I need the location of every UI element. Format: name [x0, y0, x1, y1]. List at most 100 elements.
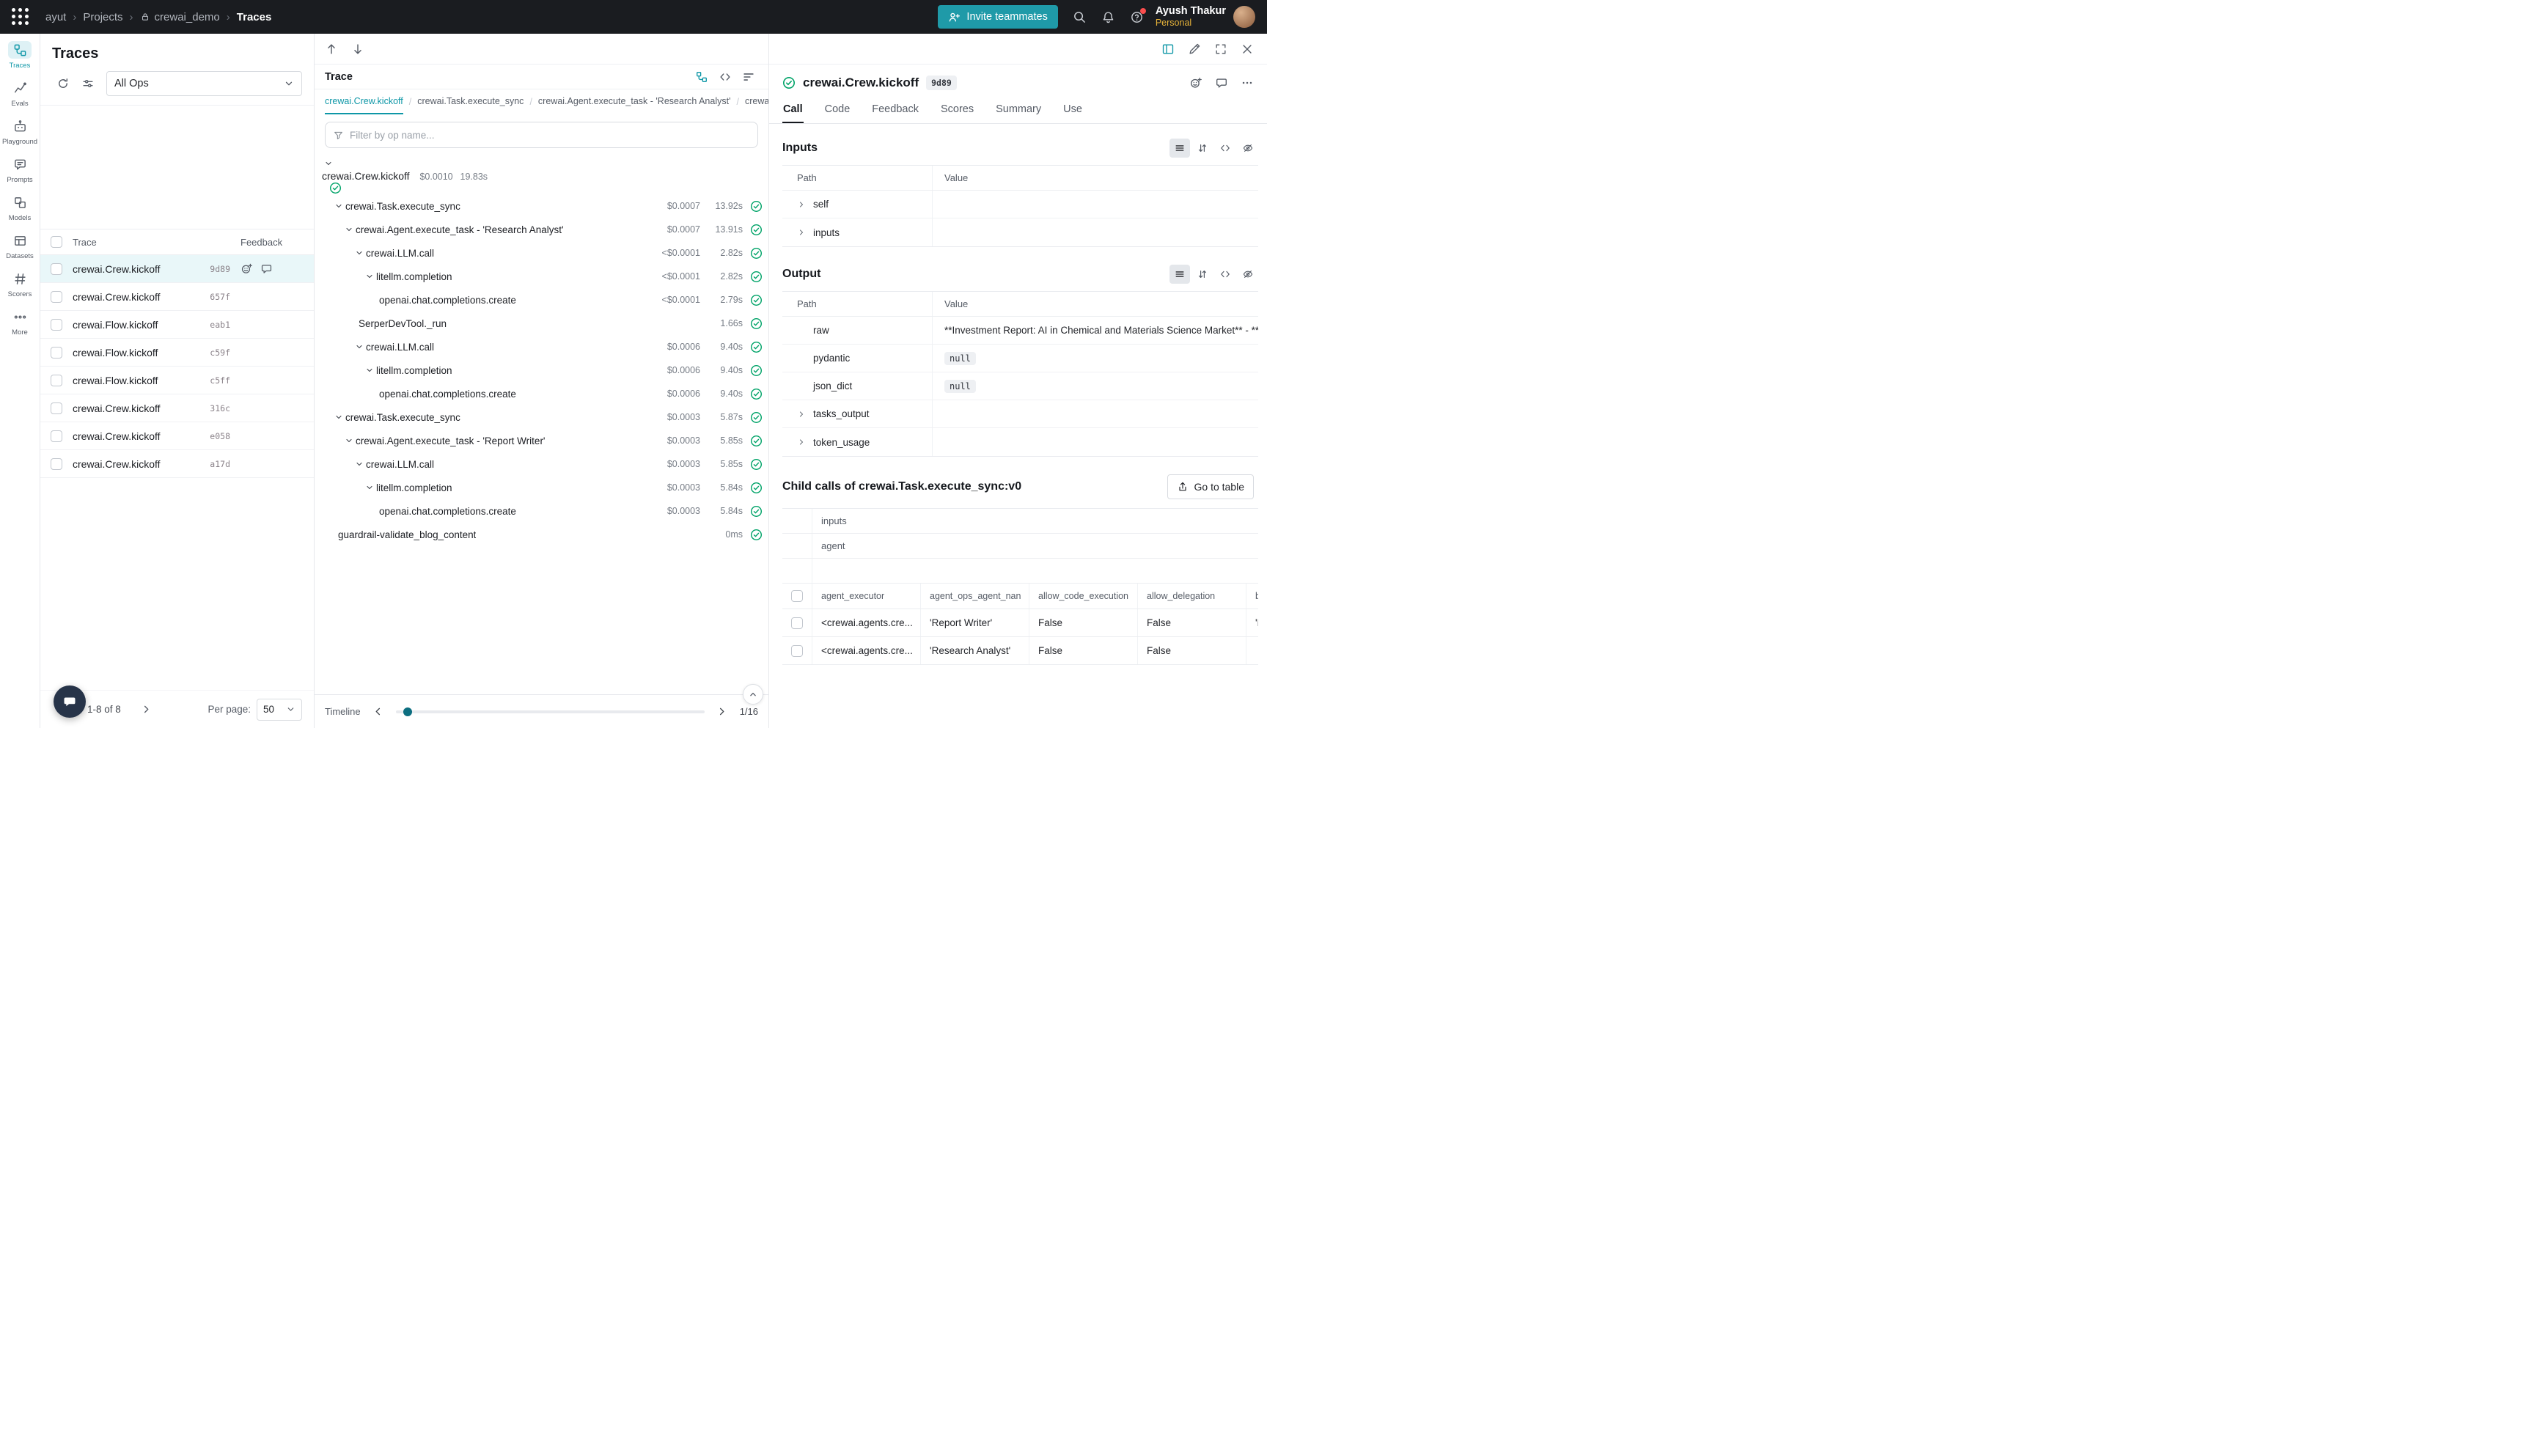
child-call-row[interactable]: <crewai.agents.cre...'Research Analyst'F…	[782, 637, 1258, 665]
collapse-timeline-button[interactable]	[743, 684, 763, 705]
chevron-down-icon[interactable]	[363, 364, 376, 377]
path-tab[interactable]: crewai.Crew.kickoff	[325, 89, 403, 114]
refresh-button[interactable]	[52, 73, 74, 95]
trace-tree-row[interactable]: SerperDevTool._run 1.66s	[315, 312, 768, 335]
comment-icon[interactable]	[1215, 76, 1228, 89]
trace-row[interactable]: crewai.Crew.kickoff 657f	[40, 283, 314, 311]
tab-feedback[interactable]: Feedback	[871, 98, 919, 123]
kv-row[interactable]: token_usage	[782, 428, 1258, 456]
chevron-down-icon[interactable]	[353, 246, 366, 260]
tab-use[interactable]: Use	[1062, 98, 1083, 123]
search-icon[interactable]	[1073, 10, 1087, 24]
close-icon[interactable]	[1241, 43, 1254, 56]
tab-code[interactable]: Code	[824, 98, 851, 123]
column-header[interactable]: allow_delegation	[1137, 584, 1246, 608]
flame-graph-button[interactable]	[739, 67, 758, 87]
expand-chevron-icon[interactable]	[797, 200, 813, 209]
row-checkbox[interactable]	[51, 291, 62, 303]
trace-row[interactable]: crewai.Flow.kickoff c5ff	[40, 367, 314, 394]
sidebar-item-more[interactable]: More	[0, 308, 40, 337]
row-checkbox[interactable]	[51, 402, 62, 414]
trace-row[interactable]: crewai.Flow.kickoff c59f	[40, 339, 314, 367]
trace-tree-row[interactable]: crewai.LLM.call $0.0006 9.40s	[315, 335, 768, 359]
code-view-button[interactable]	[716, 67, 735, 87]
trace-tree-row[interactable]: litellm.completion <$0.0001 2.82s	[315, 265, 768, 288]
tab-scores[interactable]: Scores	[940, 98, 974, 123]
row-checkbox[interactable]	[791, 617, 803, 629]
timeline-prev-icon[interactable]	[370, 703, 387, 721]
edit-pencil-icon[interactable]	[1188, 43, 1201, 56]
trace-tree-row[interactable]: guardrail-validate_blog_content 0ms	[315, 523, 768, 546]
expand-chevron-icon[interactable]	[797, 228, 813, 237]
chevron-down-icon[interactable]	[322, 157, 335, 170]
trace-tree-row[interactable]: crewai.Task.execute_sync $0.0003 5.87s	[315, 405, 768, 429]
expand-chevron-icon[interactable]	[797, 438, 813, 446]
select-all-checkbox[interactable]	[791, 590, 803, 602]
sidebar-item-models[interactable]: Models	[0, 194, 40, 222]
sidebar-item-datasets[interactable]: Datasets	[0, 232, 40, 260]
help-icon[interactable]	[1130, 10, 1144, 24]
chevron-down-icon[interactable]	[342, 434, 356, 447]
trace-tree-row[interactable]: crewai.Agent.execute_task - 'Report Writ…	[315, 429, 768, 452]
op-filter-input[interactable]	[350, 130, 750, 141]
trace-row[interactable]: crewai.Flow.kickoff eab1	[40, 311, 314, 339]
trace-tree-row[interactable]: openai.chat.completions.create <$0.0001 …	[315, 288, 768, 312]
trace-tree-row[interactable]: openai.chat.completions.create $0.0003 5…	[315, 499, 768, 523]
trace-tree-row[interactable]: litellm.completion $0.0006 9.40s	[315, 359, 768, 382]
trace-tree-row[interactable]: crewai.Agent.execute_task - 'Research An…	[315, 218, 768, 241]
notifications-bell-icon[interactable]	[1101, 10, 1115, 24]
add-reaction-icon[interactable]	[240, 262, 253, 275]
chevron-down-icon[interactable]	[342, 223, 356, 236]
code-view-icon[interactable]	[1215, 139, 1235, 158]
kv-row[interactable]: self	[782, 191, 1258, 218]
trace-tree-row[interactable]: crewai.LLM.call $0.0003 5.85s	[315, 452, 768, 476]
column-header-trace[interactable]: Trace	[73, 237, 240, 248]
filter-settings-button[interactable]	[77, 73, 99, 95]
row-checkbox[interactable]	[791, 645, 803, 657]
timeline-slider-handle[interactable]	[403, 707, 412, 716]
next-trace-button[interactable]	[347, 38, 369, 60]
chevron-down-icon[interactable]	[363, 481, 376, 494]
tab-call[interactable]: Call	[782, 98, 804, 123]
row-checkbox[interactable]	[51, 458, 62, 470]
child-call-row[interactable]: <crewai.agents.cre...'Report Writer'Fals…	[782, 609, 1258, 637]
previous-trace-button[interactable]	[320, 38, 342, 60]
sidebar-item-playground[interactable]: Playground	[0, 117, 40, 146]
sidebar-item-traces[interactable]: Traces	[0, 41, 40, 70]
chevron-down-icon[interactable]	[353, 340, 366, 353]
avatar[interactable]	[1233, 6, 1255, 28]
expand-collapse-icon[interactable]	[1192, 265, 1213, 284]
expand-chevron-icon[interactable]	[797, 410, 813, 419]
next-page-icon[interactable]	[137, 700, 156, 719]
expand-collapse-icon[interactable]	[1192, 139, 1213, 158]
trace-row[interactable]: crewai.Crew.kickoff 9d89	[40, 255, 314, 283]
breadcrumb-team[interactable]: ayut	[45, 11, 66, 23]
path-tab[interactable]: crewai.Agent.execute_task - 'Research An…	[538, 89, 731, 114]
column-header[interactable]: agent_ops_agent_nan	[920, 584, 1029, 608]
split-panel-icon[interactable]	[1161, 43, 1175, 56]
chevron-down-icon[interactable]	[353, 457, 366, 471]
ops-filter-select[interactable]: All Ops	[106, 71, 302, 96]
list-view-icon[interactable]	[1169, 265, 1190, 284]
trace-row[interactable]: crewai.Crew.kickoff 316c	[40, 394, 314, 422]
chevron-down-icon[interactable]	[332, 411, 345, 424]
more-options-icon[interactable]	[1241, 76, 1254, 89]
per-page-select[interactable]: 50	[257, 699, 302, 721]
hide-values-eye-icon[interactable]	[1238, 265, 1258, 284]
sidebar-item-scorers[interactable]: Scorers	[0, 270, 40, 298]
kv-row[interactable]: inputs	[782, 218, 1258, 246]
path-tab[interactable]: crewai.Task.execute_sync	[417, 89, 524, 114]
column-header-feedback[interactable]: Feedback	[240, 237, 314, 248]
trace-tree-row[interactable]: litellm.completion $0.0003 5.84s	[315, 476, 768, 499]
user-menu[interactable]: Ayush Thakur Personal	[1156, 4, 1226, 29]
trace-tree-row[interactable]: crewai.Crew.kickoff $0.0010 19.83s	[315, 157, 768, 194]
call-id-badge[interactable]: 9d89	[926, 76, 957, 90]
kv-row[interactable]: tasks_output	[782, 400, 1258, 428]
invite-teammates-button[interactable]: Invite teammates	[938, 5, 1057, 29]
breadcrumb-projects[interactable]: Projects	[83, 11, 122, 23]
add-reaction-icon[interactable]	[1189, 76, 1202, 89]
sidebar-item-prompts[interactable]: Prompts	[0, 155, 40, 184]
hide-values-eye-icon[interactable]	[1238, 139, 1258, 158]
trace-tree-row[interactable]: crewai.Task.execute_sync $0.0007 13.92s	[315, 194, 768, 218]
timeline-slider[interactable]	[396, 710, 705, 713]
